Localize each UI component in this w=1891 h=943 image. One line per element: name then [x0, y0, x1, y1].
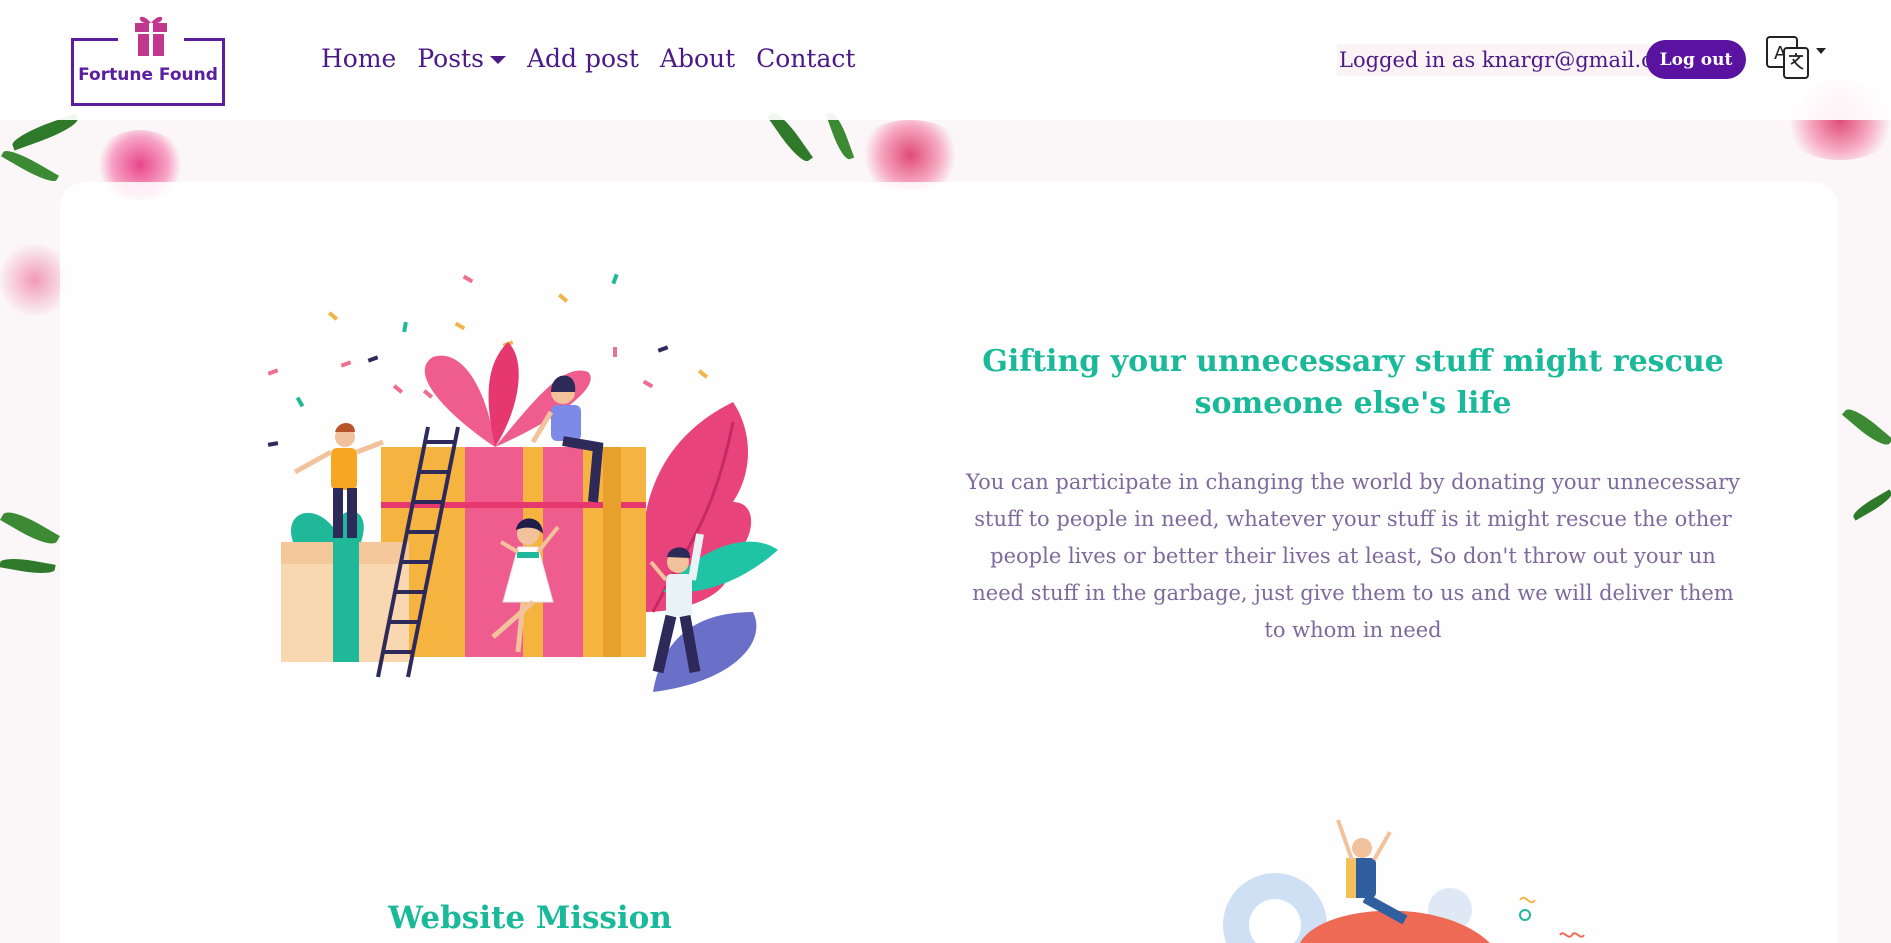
mission-title: Website Mission [388, 900, 672, 936]
nav-add-post[interactable]: Add post [527, 44, 639, 73]
chevron-down-icon [489, 56, 506, 64]
mission-illustration [1223, 819, 1585, 943]
gift-party-illustration [267, 273, 778, 692]
hero-description: You can participate in changing the worl… [966, 470, 1740, 642]
logout-button[interactable]: Log out [1646, 40, 1746, 79]
navbar: Fortune Found Home Posts Add post About … [0, 0, 1891, 120]
nav-posts-label: Posts [417, 43, 484, 73]
nav-about[interactable]: About [660, 44, 735, 73]
hero-title: Gifting your unnecessary stuff might res… [982, 344, 1724, 421]
logged-in-status: Logged in as knargr@gmail.com [1337, 44, 1688, 76]
nav-posts-dropdown[interactable]: Posts [417, 44, 506, 73]
logo-text: Fortune Found [78, 65, 218, 85]
nav-contact[interactable]: Contact [756, 44, 855, 73]
gift-icon [135, 16, 167, 56]
language-switch-button[interactable]: A [1764, 34, 1830, 82]
logo[interactable]: Fortune Found [71, 16, 225, 106]
nav-home[interactable]: Home [321, 44, 396, 73]
translate-icon: A [1766, 36, 1826, 79]
main-nav: Home Posts Add post About Contact [311, 28, 887, 88]
